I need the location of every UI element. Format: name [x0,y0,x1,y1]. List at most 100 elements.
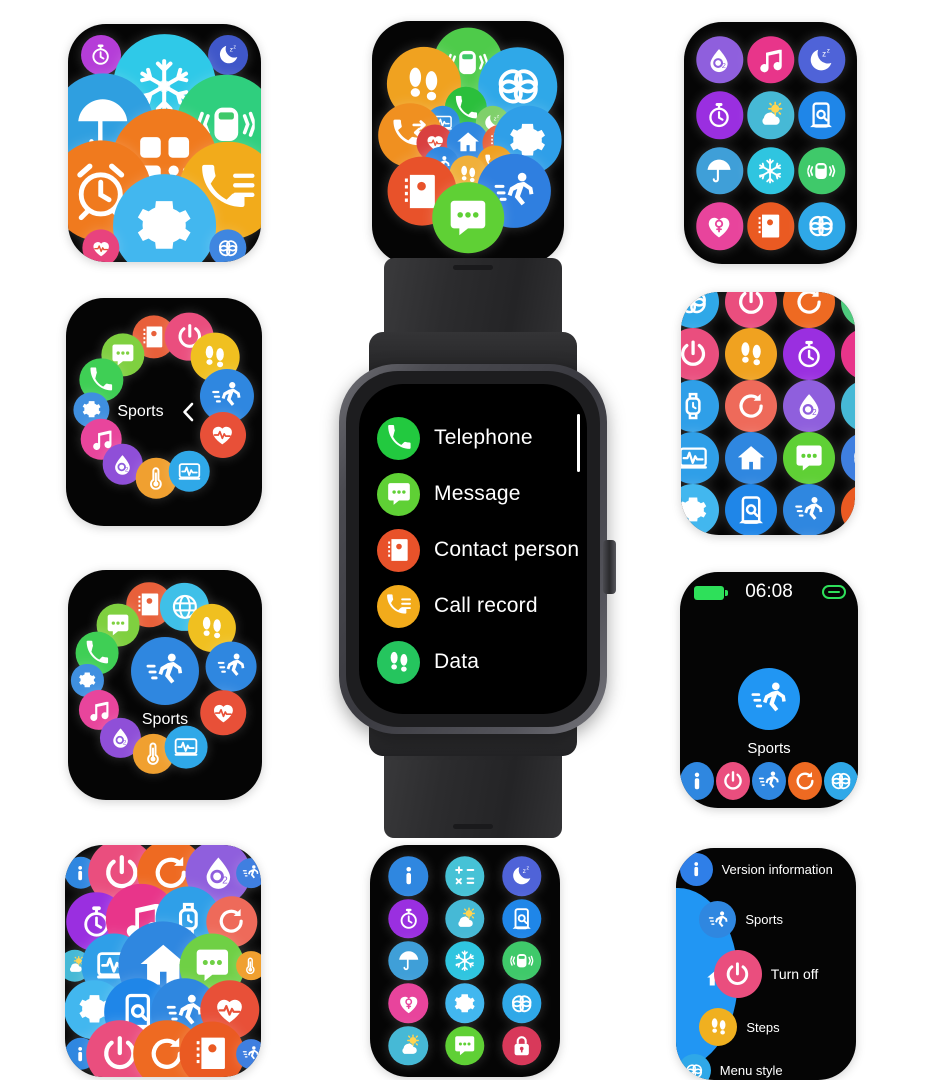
sports-icon[interactable] [752,762,786,800]
oxygen-icon[interactable]: 2 [783,380,835,432]
flower-icon[interactable] [209,229,247,262]
umbrella-icon[interactable] [388,941,429,981]
sleep-icon[interactable]: zz [797,36,846,84]
list-item[interactable]: Version information [679,852,833,886]
watch-icon[interactable] [681,380,719,432]
contacts-icon[interactable] [377,528,420,572]
music-icon[interactable] [746,36,795,84]
chevron-left-icon[interactable] [181,402,195,422]
bottom-dock[interactable] [680,762,858,800]
panel-status-sports-menu[interactable]: 2 Sports [68,570,262,800]
home-icon[interactable] [725,432,777,484]
menu-item[interactable]: Data [377,634,577,690]
refresh-icon[interactable] [783,292,835,328]
panel-honeycomb-menu[interactable]: zz [68,24,261,262]
watch-crown-button[interactable] [603,540,616,594]
power-icon[interactable] [725,292,777,328]
watch-menu-list[interactable]: Telephone Message Contact person Call recor… [377,410,579,690]
info-icon[interactable] [679,852,713,886]
heart-icon[interactable] [199,411,246,458]
steps-icon[interactable] [377,640,420,684]
power-icon[interactable] [716,762,750,800]
flower-icon[interactable] [677,1054,711,1080]
panel-grid-menu-bottom-center[interactable]: zz [370,845,560,1077]
heart-icon[interactable] [200,689,246,736]
sports-icon[interactable] [699,901,737,939]
pulse-icon[interactable] [164,725,208,769]
phone-icon[interactable] [377,416,420,460]
temp-icon[interactable] [236,950,261,981]
message-icon[interactable] [783,432,835,484]
menu-item[interactable]: Message [377,466,577,522]
shake-icon[interactable] [501,941,542,981]
message-icon[interactable] [432,182,504,254]
sports-icon[interactable] [205,641,257,693]
weather-icon[interactable] [388,1026,429,1066]
findphone-icon[interactable] [725,484,777,535]
list-item[interactable]: Sports [699,901,783,939]
menu-item[interactable]: Telephone [377,410,577,466]
findphone-icon[interactable] [501,898,542,939]
flower-icon[interactable] [681,292,719,328]
settings-icon[interactable] [681,484,719,535]
shake-icon[interactable] [797,147,846,195]
sports-icon[interactable] [783,484,835,535]
message-icon[interactable] [377,472,420,516]
stopwatch-icon[interactable] [783,328,835,380]
weather-icon[interactable] [841,380,855,432]
panel-curved-list-menu[interactable]: Version information Sports Turn off Steps Me… [676,848,856,1080]
pulse-icon[interactable] [169,450,210,492]
flower-icon[interactable] [501,983,542,1024]
panel-bubble-grid-menu[interactable]: 2 [65,845,261,1077]
menu-item[interactable]: Contact person [377,522,579,578]
power-icon[interactable] [681,328,719,380]
calc-icon[interactable] [445,856,485,896]
oxygen-icon[interactable]: 2 [695,36,744,84]
lock-icon[interactable] [501,1026,542,1066]
contacts-icon[interactable] [841,484,855,535]
flower-icon[interactable] [841,432,855,484]
stopwatch-icon[interactable] [695,91,744,139]
sports-icon[interactable] [236,1038,261,1069]
sports-icon[interactable] [131,637,199,706]
call-record-icon[interactable] [377,584,420,628]
findphone-icon[interactable] [797,91,846,139]
music-icon[interactable] [841,328,855,380]
snowflake-icon[interactable] [746,147,795,195]
shake-icon[interactable] [841,292,855,328]
snowflake-icon[interactable] [445,941,485,981]
female-icon[interactable] [388,983,429,1024]
steps-icon[interactable] [699,1008,738,1047]
panel-dial-menu-left[interactable]: 2 Sports [66,298,262,526]
settings-icon[interactable] [445,983,485,1024]
watch-screen[interactable]: Telephone Message Contact person Call recor… [359,384,587,714]
weather-icon[interactable] [445,898,485,939]
info-icon[interactable] [388,856,429,896]
panel-dial-menu-right[interactable]: 06:08 Sports [680,572,858,808]
stopwatch-icon[interactable] [388,898,429,939]
sleep-icon[interactable]: zz [208,34,249,75]
list-item[interactable]: Steps [699,1008,780,1047]
info-icon[interactable] [680,762,714,800]
refresh-icon[interactable] [788,762,822,800]
flower-icon[interactable] [824,762,858,800]
panel-overflow-grid-menu[interactable]: 2 [681,292,855,535]
panel-grid-menu-top-right[interactable]: 2 zz [684,22,857,264]
sports-icon[interactable] [738,668,800,730]
weather-icon[interactable] [746,91,795,139]
umbrella-icon[interactable] [695,147,744,195]
sleep-icon[interactable]: zz [501,856,542,896]
message-icon[interactable] [445,1026,485,1066]
menu-item[interactable]: Call record [377,578,577,634]
power-icon[interactable] [713,950,762,999]
heart-icon[interactable] [82,229,120,262]
panel-cluster-menu[interactable]: zz [372,21,564,264]
refresh-icon[interactable] [725,380,777,432]
sports-icon[interactable] [236,857,261,888]
list-item[interactable]: Turn off [713,950,818,999]
female-icon[interactable] [695,202,744,250]
flower-icon[interactable] [797,202,846,250]
scroll-indicator[interactable] [577,414,580,472]
pulse-icon[interactable] [681,432,719,484]
list-item[interactable]: Menu style [677,1054,783,1080]
